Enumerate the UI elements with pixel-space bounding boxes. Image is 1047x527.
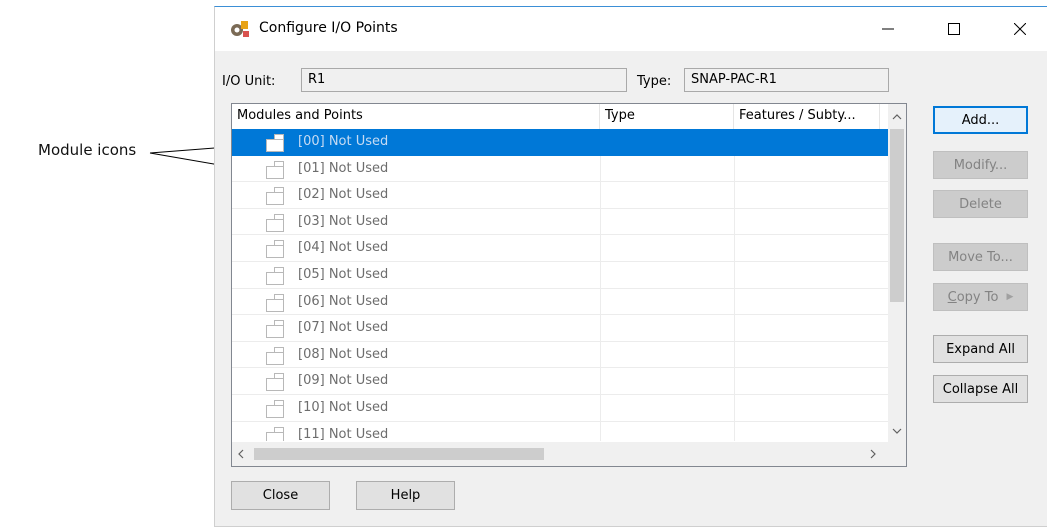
list-item-label: [06] Not Used: [298, 293, 389, 309]
type-field: SNAP-PAC-R1: [684, 68, 889, 92]
list-item-label: [01] Not Used: [298, 160, 389, 176]
list-item-label: [05] Not Used: [298, 267, 389, 282]
scrollbar-corner: [888, 442, 906, 466]
collapse-all-button[interactable]: Collapse All: [933, 375, 1028, 403]
scroll-up-icon[interactable]: [888, 108, 906, 126]
copy-to-accelerator: C: [947, 289, 957, 305]
modules-points-list[interactable]: Modules and Points Type Features / Subty…: [231, 103, 907, 467]
module-icon: [266, 373, 284, 392]
help-button[interactable]: Help: [356, 481, 455, 510]
column-features-subtype[interactable]: Features / Subty...: [734, 104, 880, 129]
list-item-label: [03] Not Used: [298, 213, 389, 229]
modify-button[interactable]: Modify...: [933, 151, 1028, 179]
list-header: Modules and Points Type Features / Subty…: [232, 104, 888, 130]
column-type[interactable]: Type: [600, 104, 734, 129]
list-item[interactable]: [03] Not Used: [232, 208, 888, 236]
type-label: Type:: [637, 74, 672, 89]
list-item-label: [07] Not Used: [298, 320, 389, 336]
list-item[interactable]: [02] Not Used: [232, 182, 888, 209]
module-icon: [266, 240, 284, 259]
scroll-right-icon[interactable]: [864, 442, 882, 466]
window-title: Configure I/O Points: [259, 20, 398, 36]
list-item-label: [02] Not Used: [298, 187, 389, 203]
list-item[interactable]: [04] Not Used: [232, 235, 888, 262]
list-item-label: [08] Not Used: [298, 346, 389, 362]
list-item[interactable]: [01] Not Used: [232, 155, 888, 183]
module-icon: [266, 267, 284, 285]
close-window-button[interactable]: [997, 7, 1043, 51]
copy-to-button[interactable]: Copy To ▶: [933, 283, 1028, 311]
io-unit-label: I/O Unit:: [222, 74, 276, 89]
add-button[interactable]: Add...: [933, 106, 1028, 134]
module-icon: [266, 346, 284, 365]
scroll-down-icon[interactable]: [888, 422, 906, 440]
list-item-label: [11] Not Used: [298, 426, 389, 441]
title-bar: Configure I/O Points: [215, 7, 1047, 51]
list-item[interactable]: [10] Not Used: [232, 395, 888, 422]
vertical-scroll-thumb[interactable]: [890, 129, 904, 302]
scroll-left-icon[interactable]: [232, 442, 250, 466]
module-icon: [266, 213, 284, 232]
list-item-label: [04] Not Used: [298, 240, 389, 256]
list-item[interactable]: [05] Not Used: [232, 262, 888, 289]
minimize-icon: [882, 28, 894, 30]
module-icon: [266, 134, 284, 152]
vertical-scrollbar[interactable]: [888, 104, 906, 442]
maximize-button[interactable]: [931, 7, 977, 51]
io-unit-field: R1: [301, 68, 627, 92]
list-body: [00] Not Used [01] Not Used [02] Not Used […: [232, 129, 888, 441]
list-item[interactable]: [06] Not Used: [232, 288, 888, 316]
module-icon: [266, 426, 284, 441]
module-icon: [266, 187, 284, 206]
close-button[interactable]: Close: [231, 481, 330, 510]
horizontal-scrollbar[interactable]: [232, 442, 888, 466]
move-to-button[interactable]: Move To...: [933, 243, 1028, 271]
list-item[interactable]: [11] Not Used: [232, 421, 888, 441]
copy-to-label: opy To: [956, 289, 999, 305]
module-icon: [266, 320, 284, 339]
configure-gear-icon: [231, 21, 249, 37]
configure-io-dialog: Configure I/O Points I/O Unit: R1 Type: …: [214, 6, 1047, 527]
delete-button[interactable]: Delete: [933, 190, 1028, 218]
submenu-arrow-icon: ▶: [1006, 292, 1014, 302]
horizontal-scroll-thumb[interactable]: [254, 448, 544, 460]
minimize-button[interactable]: [865, 7, 911, 51]
list-item[interactable]: [09] Not Used: [232, 368, 888, 395]
list-item[interactable]: [07] Not Used: [232, 315, 888, 342]
expand-all-button[interactable]: Expand All: [933, 335, 1028, 363]
list-item[interactable]: [08] Not Used: [232, 341, 888, 369]
list-item-label: [10] Not Used: [298, 400, 389, 415]
module-icon: [266, 400, 284, 418]
list-item-label: [09] Not Used: [298, 373, 389, 389]
column-modules-and-points[interactable]: Modules and Points: [232, 104, 600, 129]
maximize-icon: [948, 23, 960, 35]
list-item-label: [00] Not Used: [298, 134, 389, 149]
close-icon: [1014, 23, 1026, 35]
module-icon: [266, 293, 284, 312]
list-item[interactable]: [00] Not Used: [232, 129, 888, 156]
module-icon: [266, 160, 284, 179]
